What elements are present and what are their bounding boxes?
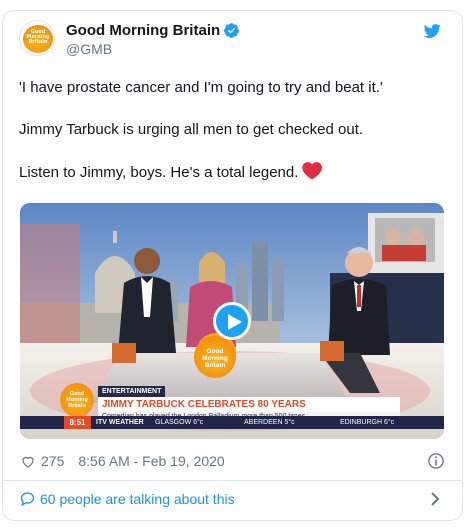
info-icon[interactable]: [427, 452, 445, 470]
like-count[interactable]: 275: [41, 453, 64, 469]
conversation-link[interactable]: 60 people are talking about this: [19, 488, 444, 510]
video-media[interactable]: Good Morning Britain Good Morning Britai…: [20, 203, 444, 439]
tweet-line-urging: Jimmy Tarbuck is urging all men to get c…: [19, 121, 364, 138]
account-handle[interactable]: @GMB: [66, 41, 112, 57]
account-name[interactable]: Good Morning Britain: [66, 22, 220, 39]
speech-bubble-icon: [20, 492, 35, 507]
tweet-header: Good Morning Britain Good Morning Britai…: [19, 20, 444, 70]
play-button[interactable]: [213, 302, 251, 340]
ticker-item: EDINBURGH 6°c: [340, 419, 395, 426]
ticker-brand: ITV WEATHER: [96, 419, 144, 426]
news-ticker: 8:51 ITV WEATHER GLASGOW 6°c ABERDEEN 5°…: [20, 416, 444, 429]
talking-text[interactable]: 60 people are talking about this: [40, 491, 235, 507]
desk-gmb-logo: Good Morning Britain: [194, 336, 236, 378]
tweet-line-legend: Listen to Jimmy, boys. He's a total lege…: [19, 162, 444, 182]
heart-outline-icon[interactable]: [20, 454, 36, 469]
tweet-meta: 275 8:56 AM - Feb 19, 2020: [20, 451, 445, 471]
ticker-time: 8:51: [64, 416, 91, 429]
desk-logo-text: Good Morning Britain: [202, 348, 228, 369]
broadcast-logo-text: Good Morning Britain: [66, 391, 88, 409]
ticker-item: GLASGOW 6°c: [155, 419, 204, 426]
twitter-bird-icon[interactable]: [422, 22, 442, 40]
tweet-text: 'I have prostate cancer and I'm going to…: [19, 78, 444, 182]
verified-badge-icon: [224, 22, 240, 38]
chevron-right-icon[interactable]: [430, 492, 440, 506]
avatar-text: Good Morning Britain: [26, 29, 50, 45]
avatar[interactable]: Good Morning Britain: [19, 20, 55, 56]
play-icon: [228, 314, 242, 330]
lower-third-headline: JIMMY TARBUCK CELEBRATES 80 YEARS: [98, 397, 400, 412]
broadcast-gmb-logo: Good Morning Britain: [60, 383, 94, 417]
timestamp[interactable]: 8:56 AM - Feb 19, 2020: [78, 453, 224, 469]
ticker-item: ABERDEEN 5°c: [244, 419, 295, 426]
lower-third-tag: ENTERTAINMENT: [98, 386, 166, 397]
tweet-line-legend-text: Listen to Jimmy, boys. He's a total lege…: [19, 164, 299, 181]
tweet-line-quote: 'I have prostate cancer and I'm going to…: [19, 79, 383, 96]
red-heart-icon: [302, 162, 323, 180]
footer-divider: [2, 480, 463, 481]
account-name-line[interactable]: Good Morning Britain: [66, 19, 240, 41]
